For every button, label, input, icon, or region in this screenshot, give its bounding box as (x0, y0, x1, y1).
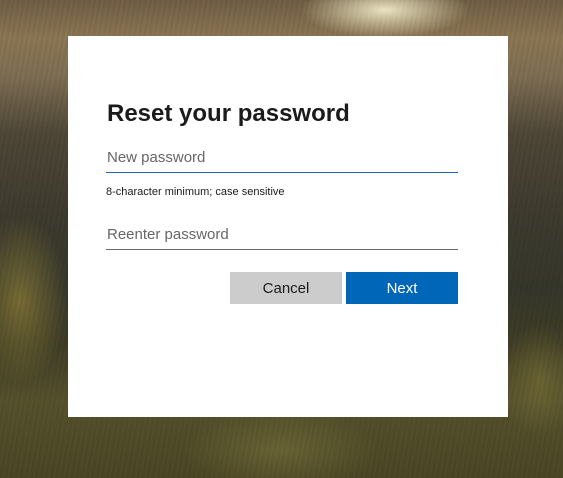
next-button[interactable]: Next (346, 272, 458, 304)
reenter-password-input[interactable] (106, 220, 458, 250)
reset-password-dialog: Reset your password 8-character minimum;… (68, 36, 508, 417)
new-password-input[interactable] (106, 143, 458, 173)
page-title: Reset your password (107, 100, 350, 127)
password-requirements-hint: 8-character minimum; case sensitive (106, 186, 285, 198)
cancel-button[interactable]: Cancel (230, 272, 342, 304)
